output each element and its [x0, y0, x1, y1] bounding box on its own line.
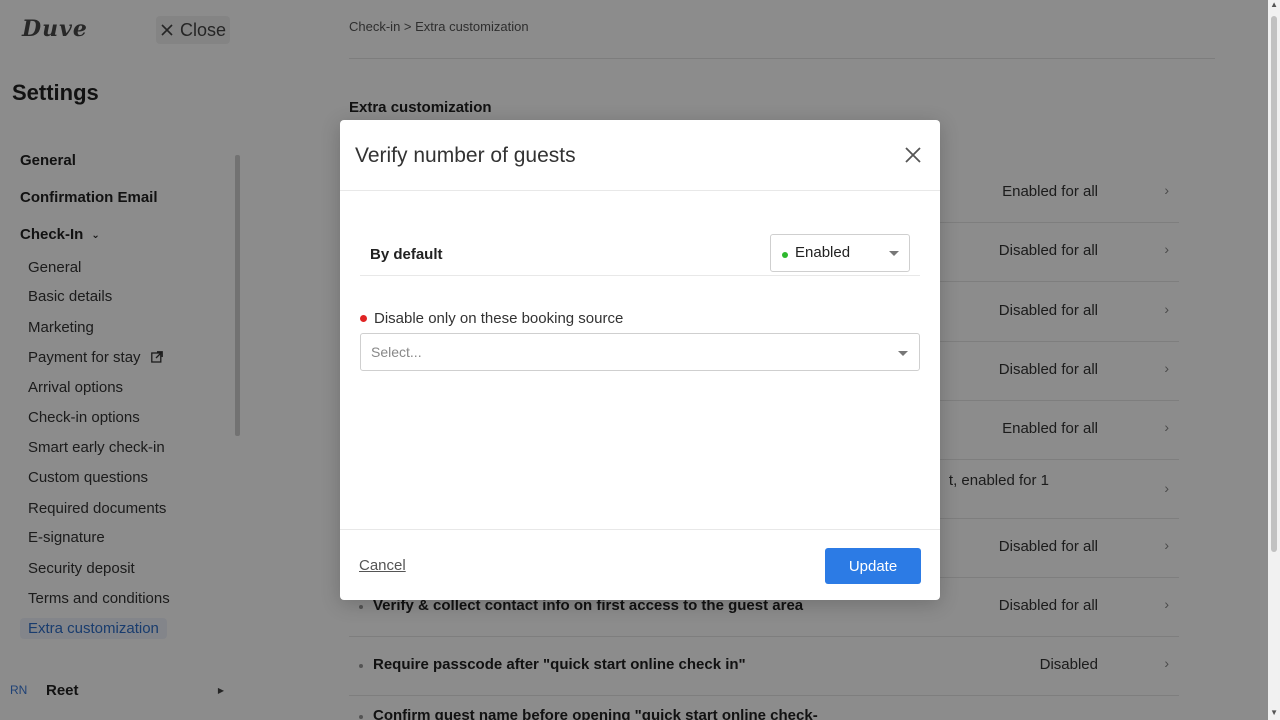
- required-indicator: [360, 315, 367, 322]
- caret-down-icon: [898, 351, 908, 356]
- caret-down-icon: [889, 251, 899, 256]
- modal-footer: Cancel Update: [340, 529, 940, 600]
- default-status-value: Enabled: [795, 244, 851, 261]
- enabled-status-dot: [782, 252, 788, 258]
- modal-header: Verify number of guests: [340, 120, 940, 191]
- page-scrollbar-thumb[interactable]: [1271, 16, 1277, 552]
- default-setting-row: By default Enabled: [360, 232, 920, 276]
- scroll-up-icon[interactable]: ▲: [1270, 0, 1278, 9]
- close-icon[interactable]: [904, 146, 922, 164]
- update-button[interactable]: Update: [825, 548, 921, 584]
- page-scrollbar[interactable]: ▲ ▼: [1268, 0, 1280, 720]
- scroll-down-icon[interactable]: ▼: [1270, 708, 1278, 717]
- verify-guests-dialog: Verify number of guests By default Enabl…: [340, 120, 940, 600]
- booking-source-select[interactable]: Select...: [360, 333, 920, 371]
- booking-source-label: Disable only on these booking source: [374, 310, 624, 327]
- cancel-button[interactable]: Cancel: [359, 557, 406, 574]
- default-status-select[interactable]: Enabled: [770, 234, 910, 272]
- default-label: By default: [370, 246, 443, 263]
- modal-title: Verify number of guests: [355, 144, 576, 167]
- booking-source-placeholder: Select...: [371, 344, 422, 360]
